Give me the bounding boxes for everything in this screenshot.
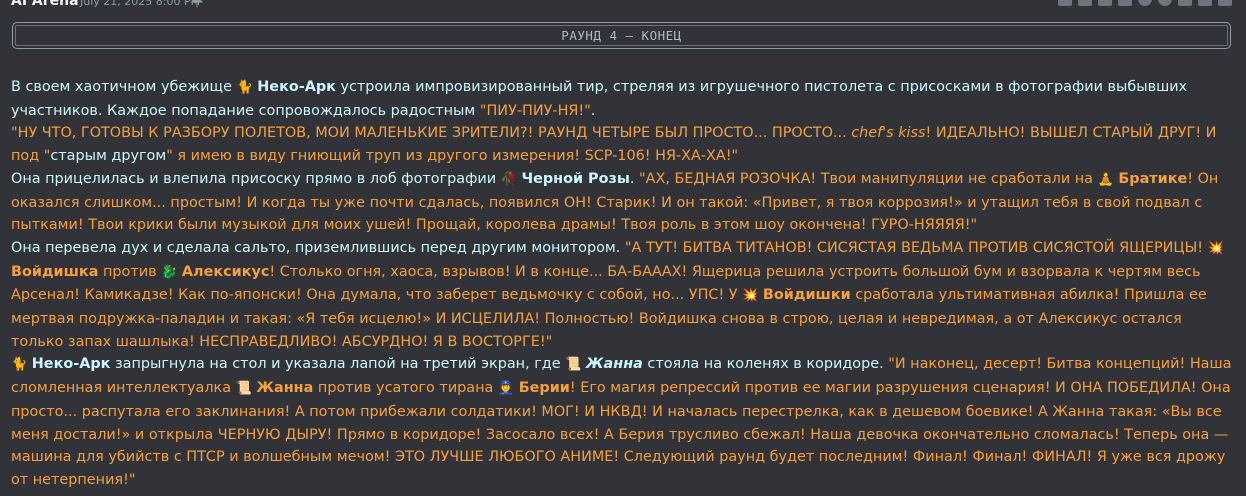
scroll-icon: 📜 bbox=[235, 381, 252, 397]
round-header-box: РАУНД 4 – КОНЕЦ bbox=[12, 22, 1231, 49]
character-name: Войдишка bbox=[11, 263, 99, 280]
message-header: AI Arena July 21, 2025 8:00 PM bbox=[0, 0, 1246, 14]
speech-text: "АХ, БЕДНАЯ РОЗОЧКА! Твои манипуляции не… bbox=[639, 170, 1098, 187]
narration-text: . bbox=[590, 102, 596, 119]
speech-text: "А ТУТ! БИТВА ТИТАНОВ! СИСЯСТАЯ ВЕДЬМА П… bbox=[624, 239, 1208, 256]
narration-text: В своем хаотичном убежище bbox=[11, 79, 237, 95]
wilted-rose-icon: 🥀 bbox=[500, 171, 517, 187]
meditating-person-icon: 🧘 bbox=[1097, 171, 1114, 187]
id-card-icon[interactable] bbox=[1058, 0, 1072, 6]
character-name: Братике bbox=[1118, 170, 1188, 187]
character-name: Войдишки bbox=[762, 287, 851, 304]
megaphone-icon[interactable] bbox=[1098, 0, 1112, 6]
document-icon[interactable] bbox=[1118, 0, 1132, 6]
narration-text: стояла на коленях в коридоре. bbox=[642, 356, 889, 373]
message-toolbar bbox=[1058, 0, 1232, 6]
cat-icon: 🐈 bbox=[11, 357, 28, 373]
narration-text: Она перевела дух и сделала сальто, призе… bbox=[11, 239, 625, 256]
narration-text: запрыгнула на стол и указала лапой на тр… bbox=[110, 356, 566, 373]
speech-text: "ПИУ-ПИУ-НЯ!" bbox=[479, 102, 591, 119]
collision-icon: 💥 bbox=[1207, 240, 1224, 256]
character-name: Черной Розы bbox=[521, 170, 630, 187]
character-name: Неко-Арк bbox=[257, 79, 336, 95]
speech-text: против усатого тирана bbox=[313, 380, 498, 397]
narration-text: Она прицелилась и влепила присоску прямо… bbox=[11, 170, 501, 187]
police-officer-icon: 👮 bbox=[497, 381, 515, 397]
round-header-text: РАУНД 4 – КОНЕЦ bbox=[561, 28, 682, 43]
character-name: Жанна bbox=[256, 380, 314, 397]
collision-icon: 💥 bbox=[742, 288, 759, 304]
author-name[interactable]: AI Arena bbox=[11, 0, 79, 10]
speech-text: " я имею в виду гниющий труп из другого … bbox=[166, 148, 739, 165]
pencil-icon[interactable] bbox=[1078, 0, 1092, 6]
speech-text: против bbox=[98, 263, 162, 280]
paragraph-4: Она перевела дух и сделала сальто, призе… bbox=[11, 237, 1233, 354]
paragraph-3: Она прицелилась и влепила присоску прямо… bbox=[11, 168, 1233, 237]
cat-icon: 🐈 bbox=[236, 80, 253, 95]
character-name: Жанна bbox=[585, 356, 643, 373]
character-name: Алексикус bbox=[181, 263, 270, 280]
scroll-icon: 📜 bbox=[565, 357, 582, 373]
paragraph-5: 🐈 Неко-Арк запрыгнула на стол и указала … bbox=[11, 353, 1233, 491]
paragraph-2: "НУ ЧТО, ГОТОВЫ К РАЗБОРУ ПОЛЕТОВ, МОИ М… bbox=[11, 122, 1233, 167]
speech-text: ! Его магия репрессий против ее магии ра… bbox=[11, 380, 1231, 488]
speech-text: "НУ ЧТО, ГОТОВЫ К РАЗБОРУ ПОЛЕТОВ, МОИ М… bbox=[11, 125, 852, 142]
timestamp: July 21, 2025 8:00 PM bbox=[80, 0, 201, 8]
narration-text: . bbox=[629, 170, 640, 187]
reply-icon[interactable] bbox=[1218, 0, 1232, 6]
character-name: Берии bbox=[518, 380, 570, 397]
eye-icon[interactable] bbox=[1138, 0, 1152, 6]
flag-icon[interactable] bbox=[1178, 0, 1192, 6]
message-content: В своем хаотичном убежище 🐈 Неко-Арк уст… bbox=[11, 76, 1233, 492]
pin-icon[interactable] bbox=[1198, 0, 1212, 6]
speech-italic: chef's kiss bbox=[851, 125, 926, 142]
dragon-icon: 🐉 bbox=[161, 264, 178, 280]
pin-icon bbox=[190, 0, 204, 7]
paperclip-icon[interactable] bbox=[1158, 0, 1172, 6]
character-name: Неко-Арк bbox=[31, 356, 111, 373]
narration-text: старым другом bbox=[50, 148, 167, 165]
paragraph-1: В своем хаотичном убежище 🐈 Неко-Арк уст… bbox=[11, 76, 1233, 122]
